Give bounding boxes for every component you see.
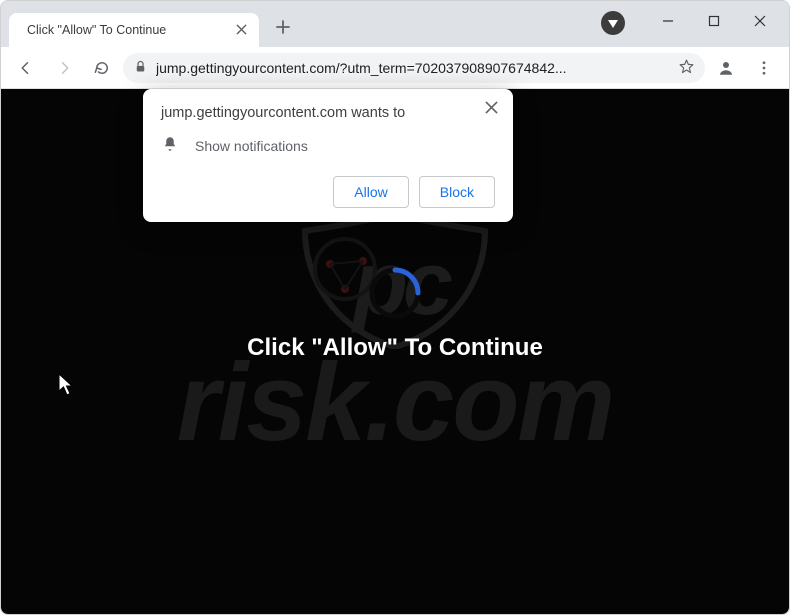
notification-permission-dialog: jump.gettingyourcontent.com wants to Sho… <box>143 89 513 222</box>
browser-window: Click "Allow" To Continue <box>0 0 790 615</box>
dialog-close-button[interactable] <box>479 99 503 123</box>
back-button[interactable] <box>9 51 43 85</box>
forward-button[interactable] <box>47 51 81 85</box>
address-bar[interactable]: jump.gettingyourcontent.com/?utm_term=70… <box>123 53 705 83</box>
profile-icon[interactable] <box>709 51 743 85</box>
titlebar: Click "Allow" To Continue <box>1 1 789 47</box>
maximize-button[interactable] <box>691 1 737 41</box>
dialog-capability-label: Show notifications <box>195 138 308 154</box>
url-text: jump.gettingyourcontent.com/?utm_term=70… <box>156 60 670 76</box>
cursor-icon <box>58 373 76 397</box>
lock-icon <box>133 59 148 77</box>
kebab-menu-icon[interactable] <box>747 51 781 85</box>
toolbar: jump.gettingyourcontent.com/?utm_term=70… <box>1 47 789 89</box>
dialog-actions: Allow Block <box>161 176 495 208</box>
tab-title: Click "Allow" To Continue <box>27 23 226 37</box>
allow-button[interactable]: Allow <box>333 176 408 208</box>
bell-icon <box>161 135 179 156</box>
extension-badge-icon[interactable] <box>601 11 625 35</box>
hero-text: Click "Allow" To Continue <box>1 334 789 362</box>
block-button[interactable]: Block <box>419 176 495 208</box>
bookmark-star-icon[interactable] <box>678 58 695 78</box>
close-window-button[interactable] <box>737 1 783 41</box>
new-tab-button[interactable] <box>269 13 297 41</box>
tab-active[interactable]: Click "Allow" To Continue <box>9 13 259 47</box>
tab-close-button[interactable] <box>234 21 249 39</box>
dialog-title: jump.gettingyourcontent.com wants to <box>161 105 495 121</box>
reload-button[interactable] <box>85 51 119 85</box>
minimize-button[interactable] <box>645 1 691 41</box>
window-controls <box>645 1 783 41</box>
loading-spinner-icon <box>366 264 424 322</box>
dialog-capability-row: Show notifications <box>161 135 495 156</box>
